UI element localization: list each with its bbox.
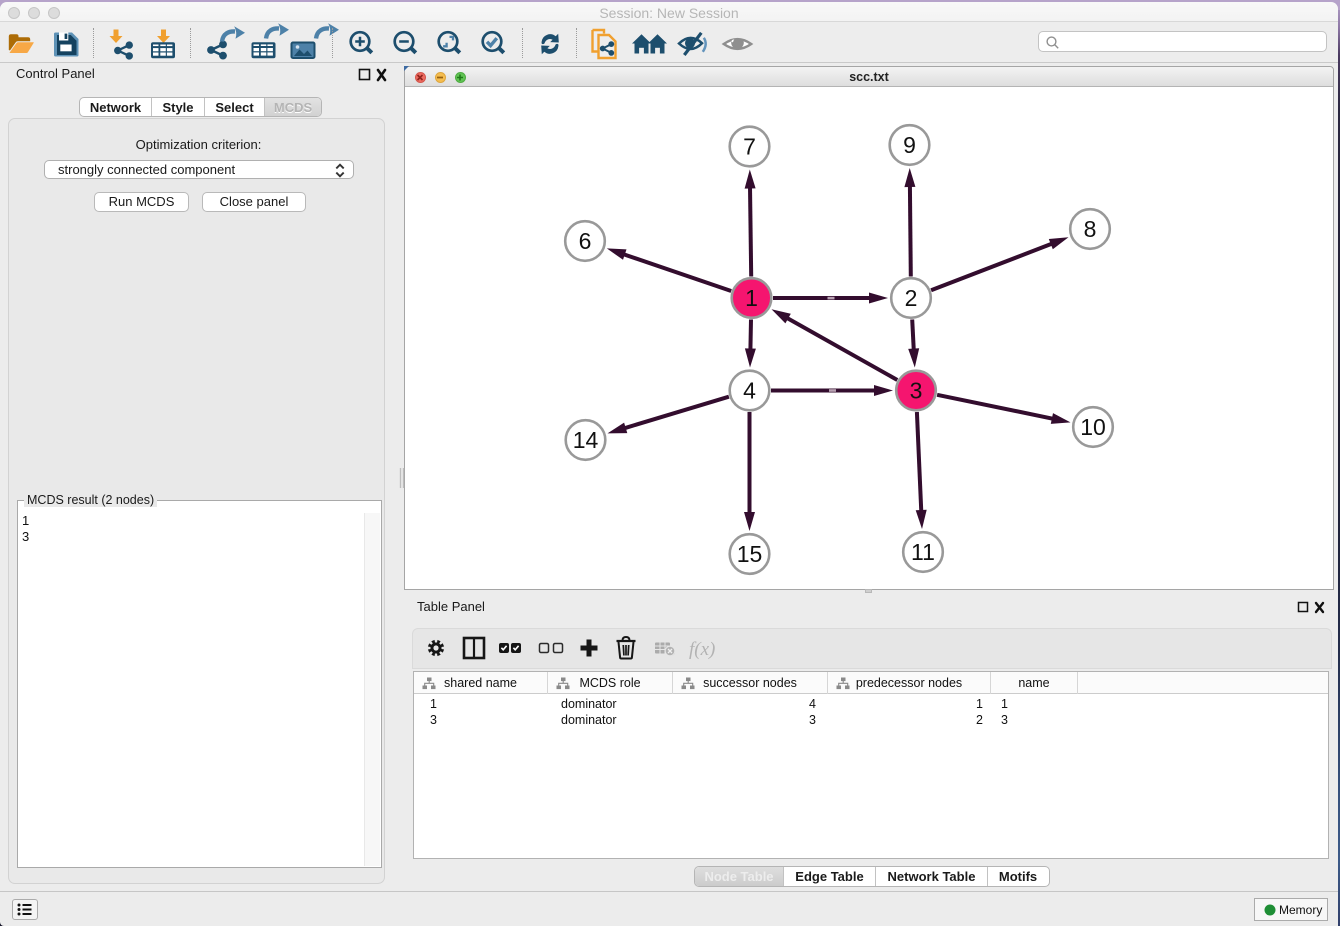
svg-text:f(x): f(x): [689, 639, 715, 660]
svg-text:15: 15: [737, 541, 763, 567]
svg-text:11: 11: [911, 539, 935, 565]
svg-text:10: 10: [1080, 414, 1106, 440]
svg-text:7: 7: [743, 134, 756, 160]
svg-text:14: 14: [573, 427, 599, 453]
svg-text:4: 4: [743, 378, 756, 404]
svg-text:6: 6: [579, 228, 592, 254]
svg-text:2: 2: [905, 285, 918, 311]
svg-text:8: 8: [1084, 216, 1097, 242]
svg-text:9: 9: [903, 132, 916, 158]
svg-text:1: 1: [745, 285, 758, 311]
svg-text:3: 3: [910, 378, 923, 404]
